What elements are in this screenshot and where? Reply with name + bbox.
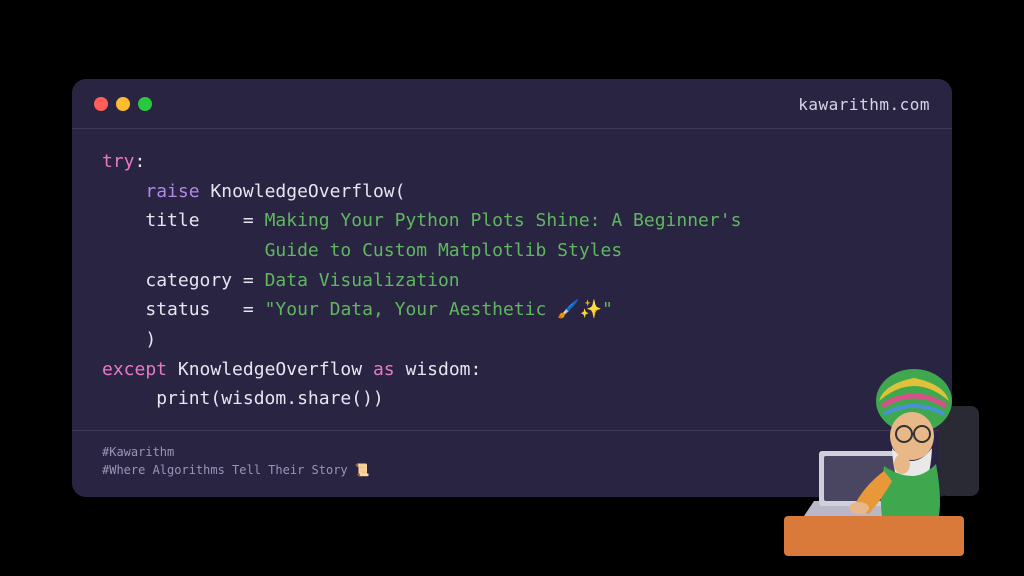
colon: : bbox=[135, 151, 146, 172]
open-paren: ( bbox=[395, 181, 406, 202]
category-value: Data Visualization bbox=[265, 270, 460, 291]
minimize-icon[interactable] bbox=[116, 97, 130, 111]
try-keyword: try bbox=[102, 151, 135, 172]
traffic-lights bbox=[94, 97, 152, 111]
equals: = bbox=[232, 210, 265, 231]
maximize-icon[interactable] bbox=[138, 97, 152, 111]
as-keyword: as bbox=[373, 359, 395, 380]
exception-class: KnowledgeOverflow bbox=[210, 181, 394, 202]
except-keyword: except bbox=[102, 359, 167, 380]
site-name: kawarithm.com bbox=[798, 95, 930, 114]
equals: = bbox=[232, 299, 265, 320]
print-call: print(wisdom.share()) bbox=[156, 388, 384, 409]
colon2: : bbox=[471, 359, 482, 380]
category-key: category bbox=[145, 270, 232, 291]
title-key: title bbox=[145, 210, 199, 231]
equals: = bbox=[232, 270, 265, 291]
sage-illustration-icon bbox=[784, 356, 994, 556]
status-key: status bbox=[145, 299, 210, 320]
title-value-line2: Guide to Custom Matplotlib Styles bbox=[265, 240, 623, 261]
close-paren: ) bbox=[145, 329, 156, 350]
title-value-line1: Making Your Python Plots Shine: A Beginn… bbox=[265, 210, 742, 231]
raise-keyword: raise bbox=[145, 181, 199, 202]
status-value: "Your Data, Your Aesthetic 🖌️✨" bbox=[265, 299, 613, 320]
exception-ref: KnowledgeOverflow bbox=[178, 359, 362, 380]
close-icon[interactable] bbox=[94, 97, 108, 111]
wisdom-var: wisdom bbox=[405, 359, 470, 380]
titlebar: kawarithm.com bbox=[72, 79, 952, 129]
